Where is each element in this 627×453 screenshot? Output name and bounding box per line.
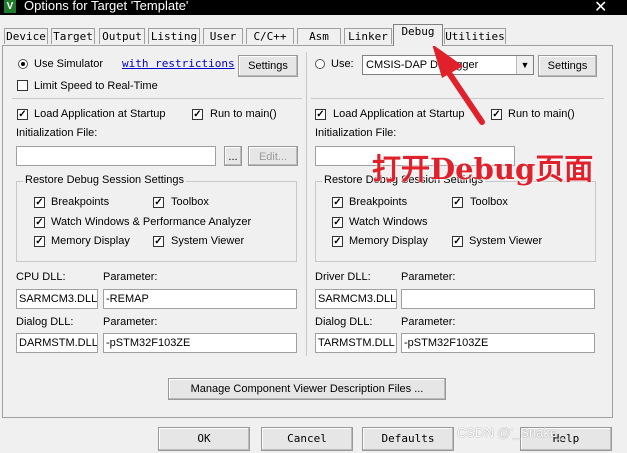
tab-debug[interactable]: Debug <box>393 24 443 46</box>
annotation-arrow-icon <box>432 44 485 125</box>
annotation-text: 打开Debug页面 <box>372 152 594 186</box>
watermark: CSDN @'_Snake_ <box>457 425 565 440</box>
